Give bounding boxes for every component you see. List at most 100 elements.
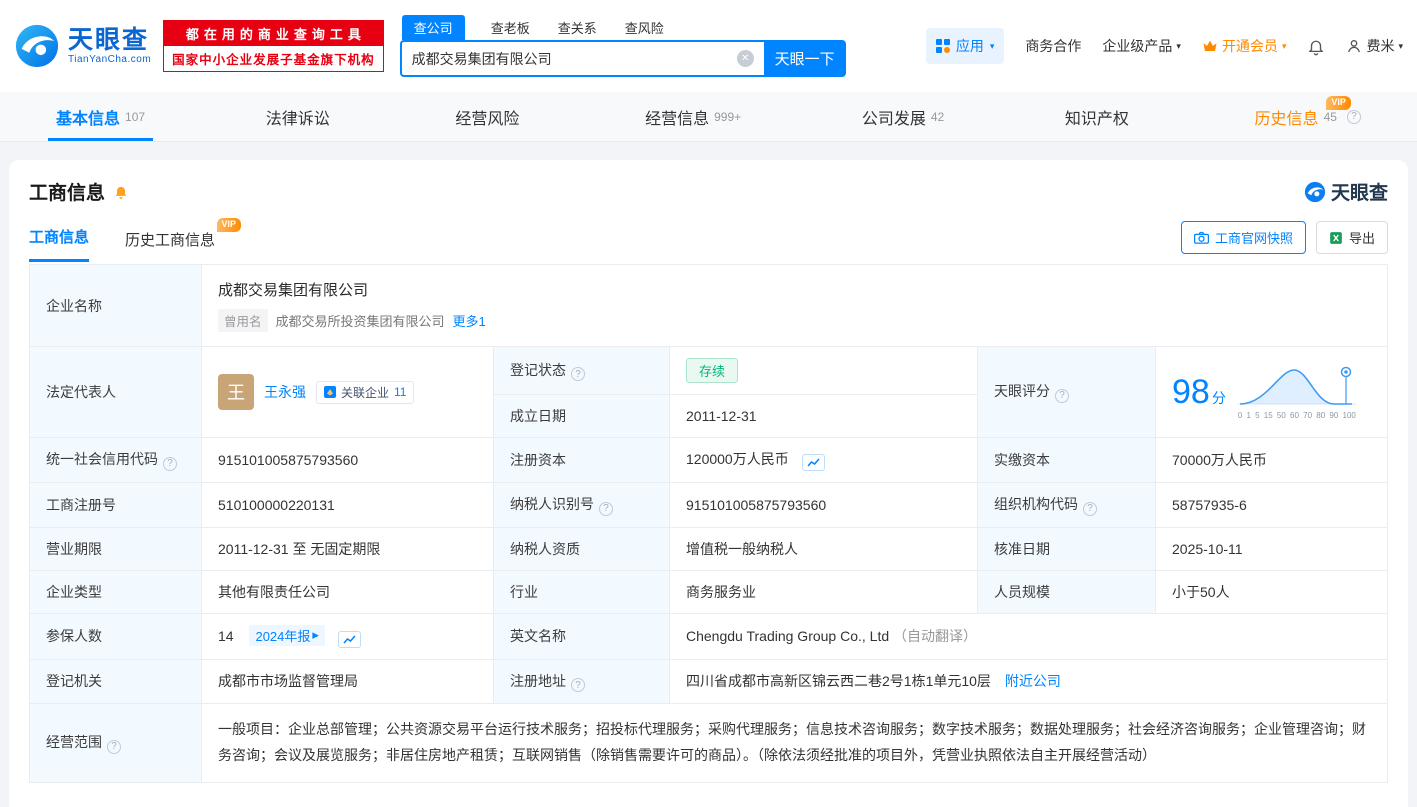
value-paid-capital: 70000万人民币 [1155,437,1388,483]
nav-tab-operating-risk[interactable]: 经营风险 [433,92,546,141]
legal-rep-avatar[interactable]: 王 [218,374,254,410]
vip-badge: VIP [1326,96,1351,110]
label-credit-code: 统一社会信用代码? [29,437,202,483]
label-reg-capital: 注册资本 [493,437,670,483]
apps-grid-icon [935,39,950,53]
label-reg-authority: 登记机关 [29,658,202,704]
promo-banner: 都在用的商业查询工具 国家中小企业发展子基金旗下机构 [163,20,384,72]
menu-item-cooperation[interactable]: 商务合作 [1025,36,1081,56]
menu-item-vip[interactable]: 开通会员 ▾ [1202,36,1287,56]
user-icon [1348,40,1361,53]
annual-report-link[interactable]: 2024年报 ▸ [249,624,325,646]
help-icon[interactable]: ? [1055,388,1069,403]
label-taxpayer-quality: 纳税人资质 [493,526,670,571]
help-icon[interactable]: ? [1083,501,1097,516]
business-info-card: 工商信息 天眼查 工商信息 VIP 历史工商信息 工商官网快照 导出 企业名称 … [9,160,1408,807]
value-business-term: 2011-12-31 至 无固定期限 [201,526,494,571]
help-icon[interactable]: ? [599,501,613,516]
clear-search-icon[interactable]: ✕ [736,50,754,67]
help-icon[interactable]: ? [571,678,585,692]
label-legal-rep: 法定代表人 [29,346,202,438]
value-taxpayer-quality: 增值税一般纳税人 [669,526,978,571]
official-snapshot-button[interactable]: 工商官网快照 [1180,221,1306,254]
former-name: 成都交易所投资集团有限公司 [275,314,445,329]
chevron-down-icon: ▾ [1176,40,1181,51]
tianyancha-logo-icon [1304,181,1326,202]
legal-rep-link[interactable]: 王永强 [264,382,306,402]
nav-tab-history-info[interactable]: VIP 历史信息 45 ? [1233,92,1383,141]
apps-button[interactable]: 应用 ▾ [925,28,1005,64]
label-company-type: 企业类型 [29,569,202,614]
logo-brand: 天眼查 [68,25,150,54]
tab-business-info[interactable]: 工商信息 [29,226,90,262]
value-score: 98 分 0 1 5 15 50 60 70 80 90 100 [1155,346,1388,438]
help-icon[interactable]: ? [571,367,585,382]
nav-tab-legal[interactable]: 法律诉讼 [244,92,357,141]
search-input[interactable] [411,50,737,67]
search-tab-relation[interactable]: 查关系 [556,15,599,40]
related-companies-icon [324,386,336,398]
help-icon[interactable]: ? [1346,109,1361,124]
menu-item-enterprise[interactable]: 企业级产品 ▾ [1102,36,1181,56]
value-reg-authority: 成都市市场监督管理局 [201,658,494,704]
label-business-term: 营业期限 [29,526,202,571]
more-former-names-link[interactable]: 更多1 [453,311,486,330]
label-approval-date: 核准日期 [977,526,1156,571]
search-tab-risk[interactable]: 查风险 [623,15,666,40]
notification-bell-icon[interactable] [1307,37,1325,56]
business-info-table: 企业名称 成都交易集团有限公司 曾用名 成都交易所投资集团有限公司 更多1 法定… [29,264,1388,783]
value-approval-date: 2025-10-11 [1155,526,1388,571]
value-english-name: Chengdu Trading Group Co., Ltd （自动翻译） [669,612,1388,660]
label-insured-count: 参保人数 [29,612,202,660]
vip-label: 开通会员 [1221,38,1278,54]
nav-tab-company-development[interactable]: 公司发展 42 [840,92,966,141]
value-reg-capital: 120000万人民币 [669,437,978,483]
row-authority: 登记机关 成都市市场监督管理局 注册地址? 四川省成都市高新区锦云西二巷2号1栋… [29,658,1388,704]
arrow-right-icon: ▸ [312,627,319,642]
nav-tab-basic-info[interactable]: 基本信息 107 [34,92,167,141]
row-type: 企业类型 其他有限责任公司 行业 商务服务业 人员规模 小于50人 [29,569,1388,614]
value-business-scope: 一般项目：企业总部管理；公共资源交易平台运行技术服务；招投标代理服务；采购代理服… [201,703,1388,783]
score-axis-ticks: 0 1 5 15 50 60 70 80 90 100 [1237,411,1356,420]
cooperation-label: 商务合作 [1025,38,1082,54]
tab-history-business-info[interactable]: VIP 历史工商信息 [125,218,242,262]
value-reg-address: 四川省成都市高新区锦云西二巷2号1栋1单元10层 附近公司 [669,658,1388,704]
row-term: 营业期限 2011-12-31 至 无固定期限 纳税人资质 增值税一般纳税人 核… [29,526,1388,571]
nav-tab-operating-info[interactable]: 经营信息 999+ [623,92,763,141]
row-legal-rep: 法定代表人 王 王永强 关联企业 11 登记状态 ? 存续 天眼评分 ? 98 … [29,346,1388,438]
help-icon[interactable]: ? [163,456,177,471]
value-staff-size: 小于50人 [1155,569,1388,614]
help-icon[interactable]: ? [107,739,121,754]
label-org-code: 组织机构代码? [977,482,1156,528]
related-companies-tag[interactable]: 关联企业 11 [316,380,415,404]
logo-domain: TianYanCha.com [68,54,152,66]
promo-banner-line1: 都在用的商业查询工具 [164,21,383,46]
section-bell-icon[interactable] [113,183,129,200]
search-tab-company[interactable]: 查公司 [401,15,465,40]
username-label: 费米 [1366,38,1395,54]
value-credit-code: 915101005875793560 [201,437,494,483]
promo-banner-line2: 国家中小企业发展子基金旗下机构 [172,53,375,67]
value-org-code: 58757935-6 [1155,482,1388,528]
tianyancha-logo[interactable]: 天眼查 TianYanCha.com [14,23,151,69]
search-button[interactable]: 天眼一下 [763,40,846,77]
excel-icon [1330,231,1342,244]
top-header: 天眼查 TianYanCha.com 都在用的商业查询工具 国家中小企业发展子基… [0,0,1417,92]
chevron-down-icon: ▾ [989,40,995,51]
export-button[interactable]: 导出 [1315,221,1388,254]
label-english-name: 英文名称 [493,612,670,660]
search-area: 查公司 查老板 查关系 查风险 ✕ 天眼一下 [399,15,846,77]
label-staff-size: 人员规模 [977,569,1156,614]
menu-item-user[interactable]: 费米 ▾ [1346,36,1403,56]
label-business-scope: 经营范围? [29,703,202,783]
capital-trend-icon[interactable] [801,454,825,471]
search-tab-boss[interactable]: 查老板 [489,15,532,40]
auto-translate-note: （自动翻译） [893,628,978,644]
nearby-companies-link[interactable]: 附近公司 [1005,673,1061,689]
chevron-down-icon: ▾ [1281,40,1287,51]
row-registration-numbers: 工商注册号 510100000220131 纳税人识别号? 9151010058… [29,482,1388,528]
nav-tab-intellectual-property[interactable]: 知识产权 [1043,92,1156,141]
insured-trend-icon[interactable] [337,630,361,648]
search-tabs: 查公司 查老板 查关系 查风险 [400,15,846,40]
value-industry: 商务服务业 [669,569,978,614]
